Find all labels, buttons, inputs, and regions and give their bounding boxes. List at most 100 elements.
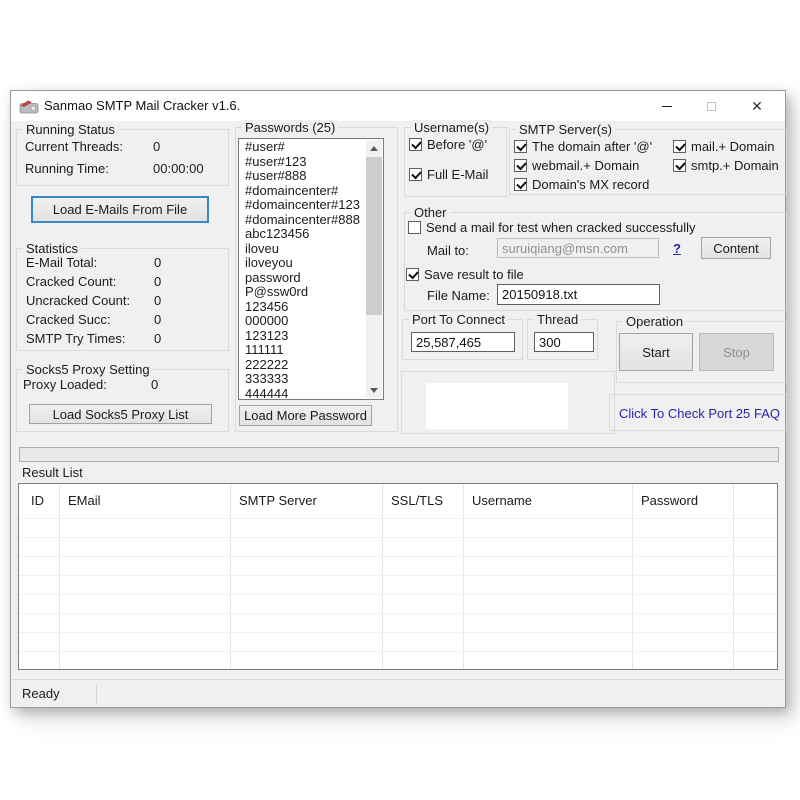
checkbox-row: mail.+ Domain xyxy=(673,139,779,154)
usernames-title: Username(s) xyxy=(411,120,492,135)
checkbox-checked[interactable] xyxy=(514,159,527,172)
stat-label: Proxy Loaded: xyxy=(23,377,107,392)
stat-row: E-Mail Total: 0 xyxy=(26,255,222,274)
table-row-line xyxy=(19,537,777,538)
password-item[interactable]: iloveu xyxy=(239,242,383,257)
stat-value: 0 xyxy=(151,377,158,392)
password-item[interactable]: 444444 xyxy=(239,387,383,401)
content-button[interactable]: Content xyxy=(701,237,771,259)
checkbox-label: smtp.+ Domain xyxy=(691,158,779,173)
column-header[interactable]: EMail xyxy=(60,484,230,508)
load-more-password-button[interactable]: Load More Password xyxy=(239,405,372,426)
port-input[interactable] xyxy=(411,332,515,352)
stop-button[interactable]: Stop xyxy=(699,333,774,371)
thread-input[interactable] xyxy=(534,332,594,352)
passwords-scrollbar[interactable] xyxy=(366,140,382,398)
window-title: Sanmao SMTP Mail Cracker v1.6. xyxy=(44,98,240,113)
checkbox-checked[interactable] xyxy=(409,138,422,151)
stat-value: 0 xyxy=(154,255,161,270)
checkbox-checked[interactable] xyxy=(406,268,419,281)
checkbox-unchecked[interactable] xyxy=(408,221,421,234)
maximize-button[interactable] xyxy=(689,91,734,121)
column-header[interactable]: Password xyxy=(633,484,733,508)
password-item[interactable]: 333333 xyxy=(239,372,383,387)
result-table[interactable]: IDEMailSMTP ServerSSL/TLSUsernamePasswor… xyxy=(18,483,778,670)
passwords-listbox[interactable]: #user##user#123#user#888#domaincenter##d… xyxy=(238,138,384,400)
password-item[interactable]: #user#123 xyxy=(239,155,383,170)
titlebar[interactable]: Sanmao SMTP Mail Cracker v1.6. ✕ xyxy=(11,91,785,121)
password-item[interactable]: 123123 xyxy=(239,329,383,344)
password-item[interactable]: iloveyou xyxy=(239,256,383,271)
thread-title: Thread xyxy=(534,312,581,327)
password-item[interactable]: #domaincenter#123 xyxy=(239,198,383,213)
table-column-username: Username xyxy=(464,484,633,669)
minimize-icon xyxy=(662,106,672,107)
status-text: Ready xyxy=(22,686,60,701)
help-link[interactable]: ? xyxy=(673,241,681,256)
scroll-up-button[interactable] xyxy=(366,140,382,156)
smtp-servers-title: SMTP Server(s) xyxy=(516,122,615,137)
checkbox-row: Save result to file xyxy=(406,267,524,282)
stat-value: 0 xyxy=(154,293,161,308)
table-row-line xyxy=(19,632,777,633)
column-header[interactable]: Username xyxy=(464,484,632,508)
checkbox-row: Before '@' xyxy=(409,137,488,152)
password-item[interactable]: #user#888 xyxy=(239,169,383,184)
password-item[interactable]: P@ssw0rd xyxy=(239,285,383,300)
scroll-down-icon xyxy=(370,388,378,393)
start-button[interactable]: Start xyxy=(619,333,693,371)
close-button[interactable]: ✕ xyxy=(734,91,780,121)
password-item[interactable]: 222222 xyxy=(239,358,383,373)
stat-row: Cracked Count:0 xyxy=(26,274,222,293)
stat-label: E-Mail Total: xyxy=(26,255,97,270)
stat-label: Running Time: xyxy=(25,161,109,176)
passwords-items: #user##user#123#user#888#domaincenter##d… xyxy=(239,139,383,400)
checkbox-checked[interactable] xyxy=(514,178,527,191)
password-item[interactable]: 000000 xyxy=(239,314,383,329)
checkbox-label: Save result to file xyxy=(424,267,524,282)
passwords-title: Passwords (25) xyxy=(242,120,338,135)
column-header[interactable]: SSL/TLS xyxy=(383,484,463,508)
scrollbar-thumb[interactable] xyxy=(366,157,382,315)
column-header[interactable]: SMTP Server xyxy=(231,484,382,508)
table-row-line xyxy=(19,556,777,557)
statusbar-divider xyxy=(96,684,97,704)
load-emails-button[interactable]: Load E-Mails From File xyxy=(31,196,209,223)
scroll-down-button[interactable] xyxy=(366,382,382,398)
mail-to-input[interactable] xyxy=(497,238,659,258)
checkbox-checked[interactable] xyxy=(673,140,686,153)
table-row-line xyxy=(19,651,777,652)
load-socks5-button[interactable]: Load Socks5 Proxy List xyxy=(29,404,212,424)
faq-link[interactable]: FAQ xyxy=(754,406,780,421)
statistics-rows: E-Mail Total:0Cracked Count:0Uncracked C… xyxy=(26,255,222,350)
stat-row: Current Threads:0 xyxy=(25,139,223,161)
checkbox-checked[interactable] xyxy=(409,168,422,181)
column-header[interactable]: ID xyxy=(19,484,59,508)
close-icon: ✕ xyxy=(751,99,763,113)
table-row-line xyxy=(19,575,777,576)
links-group: Click To Check Port 25 FAQ xyxy=(609,394,787,431)
minimize-button[interactable] xyxy=(644,91,689,121)
checkbox-row: webmail.+ Domain xyxy=(514,158,652,173)
password-item[interactable]: 123456 xyxy=(239,300,383,315)
password-item[interactable]: password xyxy=(239,271,383,286)
stat-value: 0 xyxy=(154,312,161,327)
maximize-icon xyxy=(707,102,716,111)
file-name-input[interactable] xyxy=(497,284,660,305)
checkbox-label: Full E-Mail xyxy=(427,167,488,182)
socks5-rows: Proxy Loaded: 0 xyxy=(23,377,222,396)
operation-title: Operation xyxy=(623,314,686,329)
checkbox-label: Before '@' xyxy=(427,137,487,152)
checkbox-row: The domain after '@' xyxy=(514,139,652,154)
password-item[interactable]: #domaincenter#888 xyxy=(239,213,383,228)
checkbox-checked[interactable] xyxy=(514,140,527,153)
check-port-link[interactable]: Click To Check Port 25 xyxy=(619,406,750,421)
password-item[interactable]: #user# xyxy=(239,140,383,155)
password-item[interactable]: abc123456 xyxy=(239,227,383,242)
stat-value: 0 xyxy=(153,139,160,154)
password-item[interactable]: 111111 xyxy=(239,343,383,358)
password-item[interactable]: #domaincenter# xyxy=(239,184,383,199)
checkbox-checked[interactable] xyxy=(673,159,686,172)
table-column-id: ID xyxy=(19,484,60,669)
stat-value: 0 xyxy=(154,331,161,346)
